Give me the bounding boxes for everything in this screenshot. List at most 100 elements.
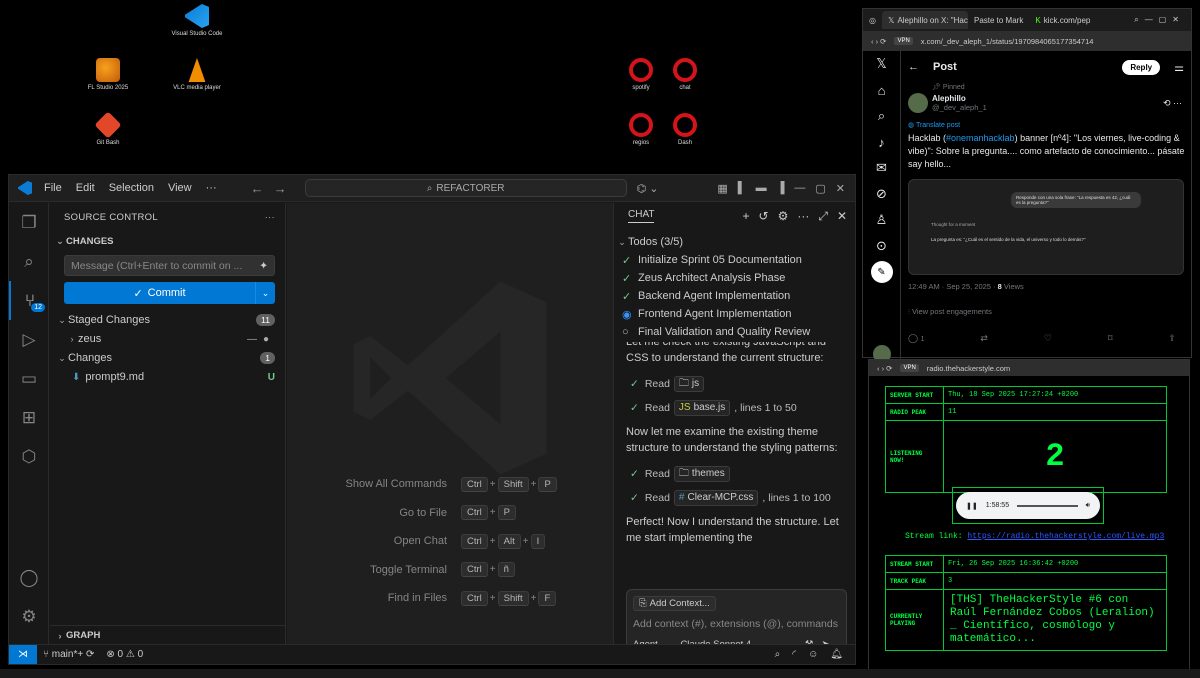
home-icon[interactable]: ⌂ (863, 77, 900, 103)
settings-icon[interactable]: ⚌ (1174, 61, 1184, 74)
command-center-search[interactable]: ⌕ REFACTORER (304, 179, 627, 197)
reply-button[interactable]: Reply (1122, 59, 1161, 75)
toggle-panel-icon[interactable]: ▬ (756, 182, 767, 195)
opera-menu-icon[interactable]: ◎ (869, 16, 876, 25)
volume-icon[interactable]: 🔊︎ (1086, 502, 1090, 510)
grok-icon[interactable]: ⟲ ··· (1163, 98, 1182, 109)
graph-section-header[interactable]: › GRAPH (50, 625, 285, 645)
progress-bar[interactable] (1017, 504, 1078, 507)
post-image[interactable]: Responde con una sola frase: "La respues… (908, 179, 1184, 275)
run-debug-icon[interactable]: ▷ (9, 320, 49, 359)
address-bar[interactable]: ‹ › ⟳ VPN x.com/_dev_aleph_1/status/1970… (863, 31, 1191, 51)
folder-chip[interactable]: 🗀 themes (673, 466, 730, 482)
todos-header[interactable]: ⌄ Todos (3/5) (614, 233, 855, 251)
repost-icon[interactable]: ⇄ (980, 333, 988, 344)
history-icon[interactable]: ↺ (759, 209, 769, 224)
maximize-icon[interactable]: ▢ (815, 182, 825, 195)
changes-section-header[interactable]: ⌄ CHANGES (50, 231, 285, 251)
search-icon[interactable]: ⌕ (9, 242, 49, 281)
menu-view[interactable]: View (168, 182, 192, 194)
containers-icon[interactable]: ⬡ (9, 437, 49, 476)
messages-icon[interactable]: ✉ (863, 155, 900, 181)
commit-button[interactable]: ✓ Commit (64, 282, 255, 304)
desktop-icon-dash[interactable]: Dash (655, 113, 715, 147)
back-arrow-icon[interactable]: ← (908, 61, 919, 73)
sync-icon[interactable]: ◜ (792, 649, 796, 660)
tab-x-post[interactable]: 𝕏Alephillo on X: "Hackla (881, 11, 968, 29)
zoom-icon[interactable]: ⌕ (775, 649, 781, 660)
desktop-icon-fl-studio[interactable]: FL Studio 2025 (78, 58, 138, 92)
profile-icon[interactable]: ♙ (863, 207, 900, 233)
extensions-icon[interactable]: ⊞ (9, 398, 49, 437)
staged-changes-header[interactable]: ⌄ Staged Changes 11 (50, 311, 285, 329)
remote-explorer-icon[interactable]: ▭ (9, 359, 49, 398)
bookmark-icon[interactable]: ⌑ (1108, 333, 1113, 344)
problems-status[interactable]: ⊗ 0 ⚠ 0 (106, 649, 143, 660)
staged-folder-row[interactable]: › zeus —● (50, 330, 285, 348)
tab-chat[interactable]: CHAT (628, 209, 655, 223)
close-icon[interactable]: ✕ (837, 209, 847, 224)
desktop-icon-git-bash[interactable]: Git Bash (78, 111, 138, 147)
desktop-icon-vscode[interactable]: Visual Studio Code (167, 4, 227, 38)
more-actions-icon[interactable]: ··· (265, 212, 275, 223)
pause-icon[interactable]: ❚❚ (966, 502, 978, 510)
desktop-icon-vlc[interactable]: VLC media player (167, 58, 227, 92)
menu-more[interactable]: ··· (206, 182, 217, 194)
account-icon[interactable]: ◯ (9, 558, 49, 597)
menu-file[interactable]: File (44, 182, 62, 194)
notifications-bell-icon[interactable]: ♪ (863, 129, 900, 155)
view-engagements-link[interactable]: ⫶ View post engagements (902, 307, 1192, 317)
vpn-badge[interactable]: VPN (894, 37, 913, 45)
stream-url[interactable]: https://radio.thehackerstyle.com/live.mp… (967, 532, 1164, 541)
hashtag-link[interactable]: #onemanhacklab (946, 133, 1015, 143)
audio-player[interactable]: ❚❚ 1:58:55 🔊︎ (956, 492, 1100, 519)
settings-gear-icon[interactable]: ⚙ (778, 209, 789, 224)
maximize-icon[interactable]: ⤢ (818, 209, 828, 224)
nav-arrows-icon[interactable]: ‹ › ⟳ (877, 364, 892, 373)
menu-selection[interactable]: Selection (109, 182, 154, 194)
file-chip[interactable]: # Clear-MCP.css (673, 490, 759, 506)
toggle-secondary-sidebar-icon[interactable]: ▐ (777, 182, 785, 195)
add-context-button[interactable]: ⎘ Add Context... (633, 596, 716, 611)
tab-kick[interactable]: Kkick.com/pep (1029, 11, 1096, 29)
avatar[interactable] (908, 93, 928, 113)
branch-status[interactable]: ⑂ main*+ ⟳ (43, 649, 94, 660)
copilot-icon[interactable]: ⌬ ⌄ (637, 182, 659, 195)
search-icon[interactable]: ⌕ (863, 103, 900, 129)
layout-icon[interactable]: ▦ (717, 182, 727, 195)
notifications-icon[interactable]: 🔔︎ (830, 649, 843, 660)
post-author[interactable]: Alephillo @_dev_aleph_1 ⟲ ··· (902, 93, 1192, 113)
copilot-icon[interactable]: ☺ (808, 649, 818, 660)
share-icon[interactable]: ⇪ (1168, 333, 1176, 344)
changes-header[interactable]: ⌄ Changes 1 (50, 349, 285, 367)
back-arrow-icon[interactable]: ← (251, 181, 274, 196)
file-chip[interactable]: JS base.js (673, 400, 731, 416)
minimize-icon[interactable]: — (794, 182, 805, 195)
forward-arrow-icon[interactable]: → (274, 181, 297, 196)
tab-paste[interactable]: Paste to Mark (968, 11, 1029, 29)
more-icon[interactable]: ⊙ (863, 233, 900, 259)
menu-edit[interactable]: Edit (76, 182, 95, 194)
like-icon[interactable]: ♡ (1044, 333, 1052, 344)
settings-gear-icon[interactable]: ⚙ (9, 597, 49, 636)
explorer-icon[interactable]: ❐ (9, 203, 49, 242)
folder-chip[interactable]: 🗀 js (673, 376, 705, 392)
remote-indicator-icon[interactable]: ⋊ (9, 645, 37, 664)
toggle-sidebar-icon[interactable]: ▌ (738, 182, 746, 195)
address-bar[interactable]: ‹ › ⟳ VPN radio.thehackerstyle.com (869, 360, 1189, 376)
grok-icon[interactable]: ⊘ (863, 181, 900, 207)
changed-file-row[interactable]: ⬇ prompt9.md U (50, 368, 285, 386)
nav-arrows-icon[interactable]: ‹ › ⟳ (871, 37, 886, 46)
close-icon[interactable]: ✕ (836, 182, 845, 195)
translate-post-link[interactable]: ◍ Translate post (902, 121, 1192, 129)
more-actions-icon[interactable]: ··· (797, 209, 809, 224)
reply-icon[interactable]: ◯ 1 (908, 333, 924, 344)
commit-message-input[interactable]: Message (Ctrl+Enter to commit on ... ✦ (64, 255, 275, 276)
sparkle-icon[interactable]: ✦ (259, 260, 268, 272)
x-logo-icon[interactable]: 𝕏 (863, 51, 900, 77)
source-control-icon[interactable]: ⑂ 12 (9, 281, 49, 320)
vpn-badge[interactable]: VPN (900, 364, 919, 372)
post-compose-icon[interactable]: ✎ (863, 259, 900, 285)
desktop-icon-chat[interactable]: chat (655, 58, 715, 92)
new-chat-icon[interactable]: + (742, 209, 749, 224)
